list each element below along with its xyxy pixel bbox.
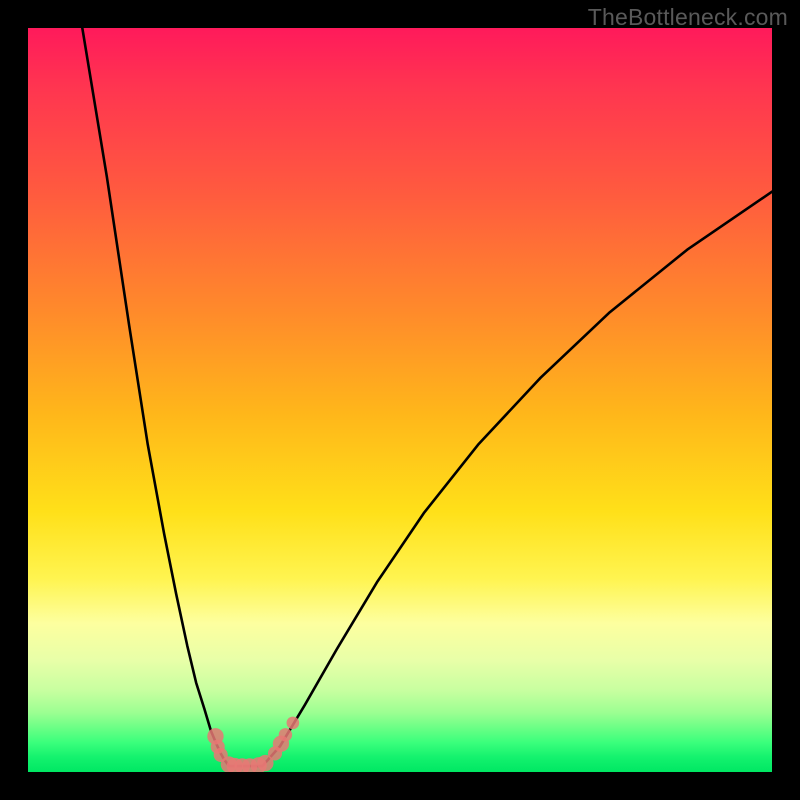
curve-path [82, 28, 772, 766]
chart-frame: TheBottleneck.com [0, 0, 800, 800]
watermark-text: TheBottleneck.com [588, 4, 788, 31]
chart-svg [28, 28, 772, 772]
plot-area [28, 28, 772, 772]
data-points [207, 717, 299, 772]
bottleneck-curve [82, 28, 772, 766]
data-point [279, 728, 292, 741]
data-point [287, 717, 300, 730]
